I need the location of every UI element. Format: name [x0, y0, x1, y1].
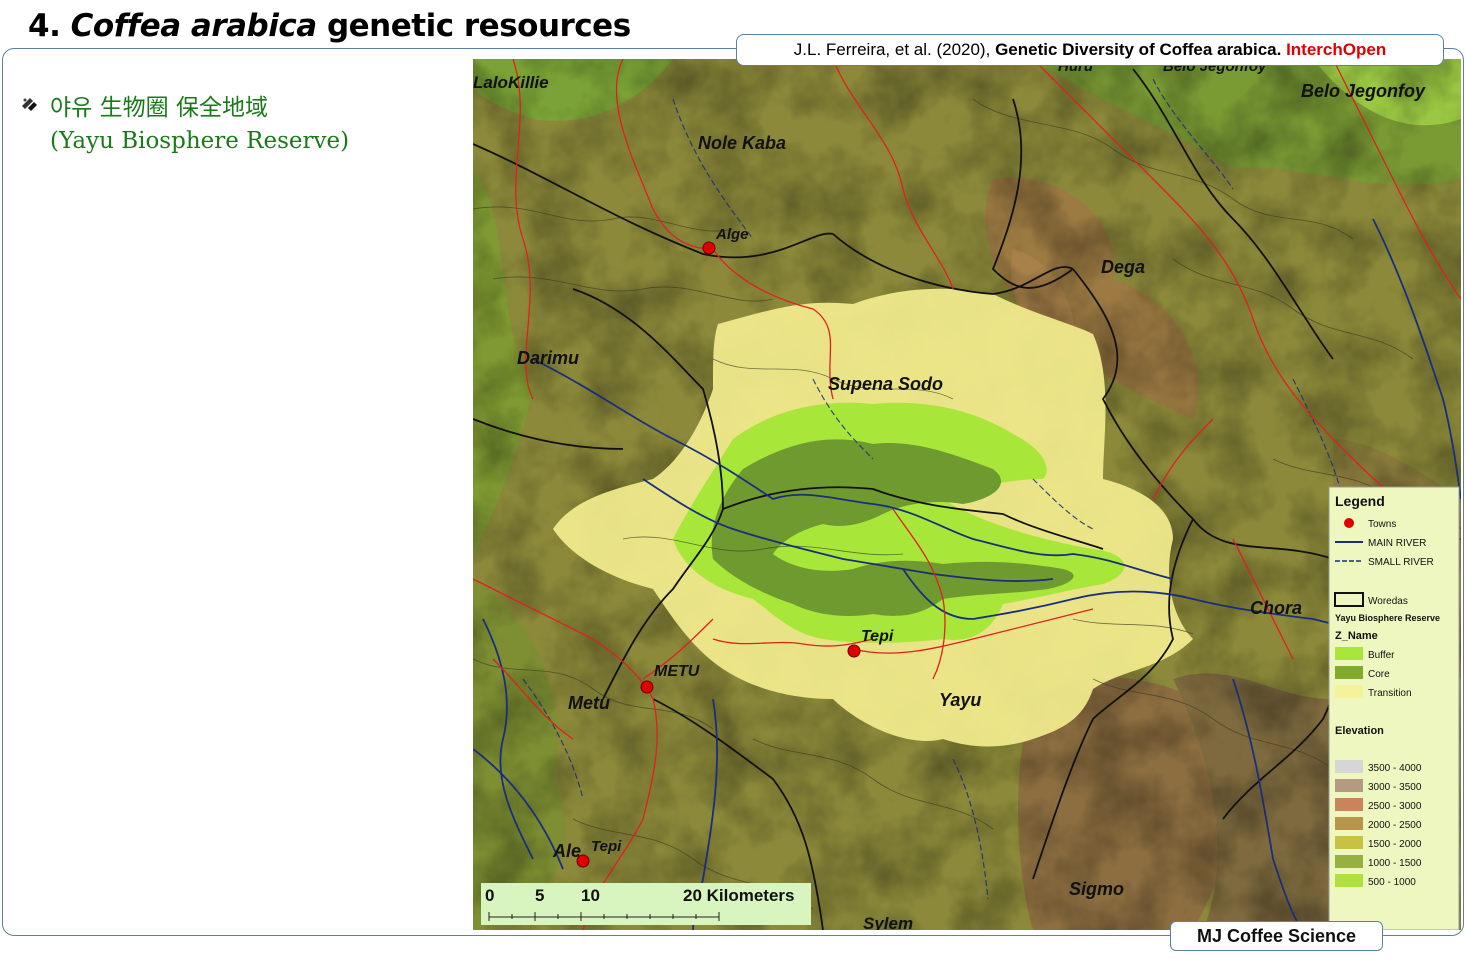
town-alge	[702, 241, 716, 255]
label-sigmo: Sigmo	[1069, 879, 1124, 899]
label-ale-tepi: Tepi	[591, 838, 622, 855]
legend-zone-label: Buffer	[1368, 650, 1395, 661]
legend-elevation-swatch	[1335, 817, 1363, 830]
legend-main-river: MAIN RIVER	[1368, 538, 1426, 549]
legend-elevation-swatch	[1335, 760, 1363, 773]
legend-towns: Towns	[1368, 519, 1396, 530]
map-svg: LaloKillie Nole Kaba Huru Belo Jegonfoy …	[473, 59, 1461, 930]
legend-zone-label: Transition	[1368, 688, 1412, 699]
citation-authors: J.L. Ferreira, et al. (2020),	[793, 40, 991, 59]
legend-title: Legend	[1335, 493, 1385, 509]
bullet-icon	[22, 98, 37, 111]
label-belo-jegonfoy: Belo Jegonfoy	[1301, 81, 1426, 101]
label-dega: Dega	[1101, 257, 1145, 277]
legend-elevation-label: 3000 - 3500	[1368, 782, 1422, 793]
legend-woredas: Woredas	[1368, 596, 1408, 607]
scale-5: 5	[535, 886, 544, 905]
legend-zone-swatch	[1335, 647, 1363, 660]
legend-reserve: Yayu Biosphere Reserve	[1335, 613, 1440, 623]
label-sylem: Sylem	[863, 914, 913, 930]
label-supena-sodo: Supena Sodo	[828, 374, 943, 394]
citation-title: Genetic Diversity of Coffea arabica.	[995, 40, 1282, 59]
legend-elevation-swatch	[1335, 779, 1363, 792]
scale-10: 10	[581, 886, 600, 905]
scale-20: 20 Kilometers	[683, 886, 795, 905]
yayu-map: LaloKillie Nole Kaba Huru Belo Jegonfoy …	[473, 59, 1461, 930]
legend-elevation-label: 1000 - 1500	[1368, 858, 1422, 869]
slide-title: 4. Coffea arabica genetic resources	[28, 8, 631, 44]
legend-elevation-label: 500 - 1000	[1368, 877, 1416, 888]
bullet-english: (Yayu Biosphere Reserve)	[50, 128, 350, 154]
legend-elevation-swatch	[1335, 874, 1363, 887]
legend-small-river: SMALL RIVER	[1368, 557, 1434, 568]
town-tepi	[847, 644, 861, 658]
label-metu-town: METU	[654, 663, 700, 680]
map-legend: Legend Towns MAIN RIVER SMALL RIVER Wore…	[1328, 486, 1460, 930]
scale-bar: 0 5 10 20 Kilometers	[481, 883, 811, 925]
town-metu	[640, 680, 654, 694]
title-species: Coffea arabica	[70, 8, 318, 44]
footer-credit: MJ Coffee Science	[1170, 921, 1383, 951]
legend-elevation-title: Elevation	[1335, 725, 1384, 737]
label-ale: Ale	[552, 841, 581, 861]
title-rest: genetic resources	[326, 8, 631, 44]
label-metu: Metu	[568, 693, 610, 713]
label-tepi: Tepi	[861, 628, 894, 645]
citation-box: J.L. Ferreira, et al. (2020), Genetic Di…	[736, 34, 1444, 66]
label-alge: Alge	[715, 226, 749, 243]
label-darimu: Darimu	[517, 348, 579, 368]
legend-elevation-swatch	[1335, 836, 1363, 849]
label-nole-kaba: Nole Kaba	[698, 133, 786, 153]
label-lalokillie: LaloKillie	[473, 73, 549, 92]
label-yayu: Yayu	[939, 690, 981, 710]
bullet-korean: 야유 生物圈 保全地域	[50, 95, 268, 121]
legend-elevation-swatch	[1335, 855, 1363, 868]
legend-towns-symbol	[1344, 518, 1354, 528]
label-chora: Chora	[1250, 598, 1302, 618]
legend-elevation-label: 1500 - 2000	[1368, 839, 1422, 850]
scale-0: 0	[485, 886, 494, 905]
legend-zone-label: Core	[1368, 669, 1390, 680]
legend-elevation-label: 2000 - 2500	[1368, 820, 1422, 831]
citation-publisher: InterchOpen	[1286, 40, 1387, 59]
legend-zname: Z_Name	[1335, 630, 1378, 642]
legend-elevation-swatch	[1335, 798, 1363, 811]
legend-zone-swatch	[1335, 685, 1363, 698]
legend-elevation-label: 2500 - 3000	[1368, 801, 1422, 812]
legend-elevation-label: 3500 - 4000	[1368, 763, 1422, 774]
slide-number: 4.	[28, 8, 61, 44]
legend-zone-swatch	[1335, 666, 1363, 679]
